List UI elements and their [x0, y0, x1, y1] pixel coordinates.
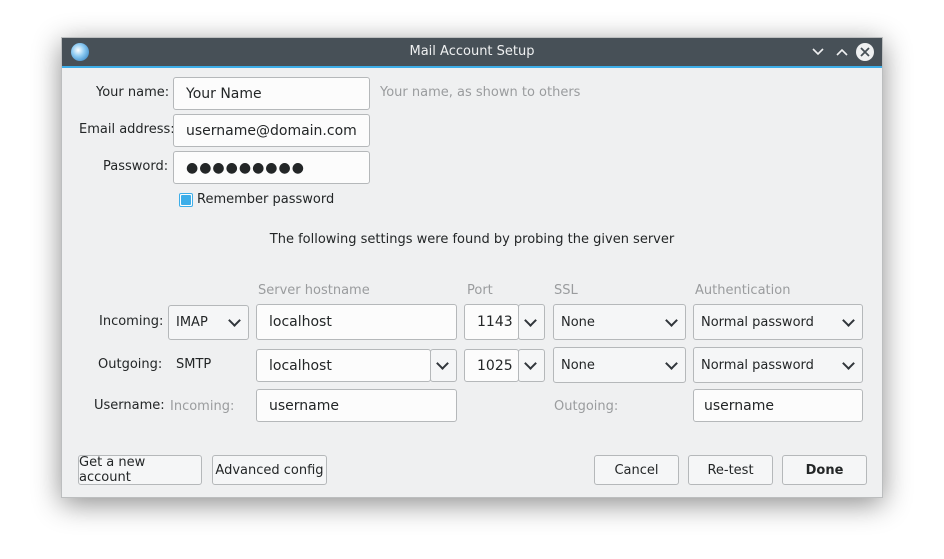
outgoing-username-input[interactable]: username — [693, 389, 863, 422]
column-header-hostname: Server hostname — [258, 283, 370, 298]
password-label: Password: — [103, 159, 169, 174]
window-title: Mail Account Setup — [409, 44, 535, 59]
column-header-authentication: Authentication — [695, 283, 791, 298]
incoming-ssl-select[interactable]: None — [553, 304, 686, 340]
username-outgoing-label: Outgoing: — [554, 399, 619, 414]
chevron-down-icon — [842, 313, 855, 327]
username-incoming-label: Incoming: — [170, 399, 235, 414]
close-icon — [860, 47, 870, 57]
email-address-value: username@domain.com — [186, 122, 357, 139]
chevron-down-icon — [842, 356, 855, 370]
incoming-username-input[interactable]: username — [256, 389, 457, 422]
your-name-hint: Your name, as shown to others — [380, 85, 581, 100]
outgoing-hostname-dropdown-button[interactable] — [430, 349, 457, 382]
incoming-port-value: 1143 — [477, 314, 513, 330]
incoming-label: Incoming: — [99, 314, 164, 329]
incoming-ssl-value: None — [561, 314, 595, 330]
cancel-button[interactable]: Cancel — [594, 455, 679, 485]
chevron-down-icon — [228, 314, 241, 327]
outgoing-hostname-value: localhost — [269, 357, 332, 374]
incoming-authentication-select[interactable]: Normal password — [693, 304, 863, 340]
chevron-up-icon — [836, 48, 848, 56]
incoming-hostname-input[interactable]: localhost — [256, 304, 457, 340]
outgoing-username-value: username — [704, 397, 774, 414]
chevron-down-icon — [665, 313, 678, 327]
checkbox-check-mark — [181, 195, 191, 205]
column-header-port: Port — [467, 283, 493, 298]
outgoing-ssl-value: None — [561, 357, 595, 373]
outgoing-port-dropdown-button[interactable] — [518, 349, 545, 382]
outgoing-label: Outgoing: — [98, 357, 163, 372]
your-name-input[interactable]: Your Name — [173, 77, 370, 110]
incoming-protocol-select[interactable]: IMAP — [168, 305, 249, 340]
maximize-button[interactable] — [833, 43, 851, 61]
mail-account-setup-dialog: Mail Account Setup Your name: Your Name … — [61, 37, 883, 498]
your-name-value: Your Name — [186, 85, 262, 102]
incoming-port-dropdown-button[interactable] — [518, 304, 545, 340]
minimize-button[interactable] — [809, 43, 827, 61]
outgoing-ssl-select[interactable]: None — [553, 347, 686, 383]
outgoing-port-value: 1025 — [477, 357, 513, 374]
incoming-port-input[interactable]: 1143 — [464, 304, 519, 340]
email-address-label: Email address: — [79, 122, 175, 137]
done-button[interactable]: Done — [782, 455, 867, 485]
retest-button[interactable]: Re-test — [688, 455, 773, 485]
close-button[interactable] — [856, 43, 874, 61]
password-value: ●●●●●●●●● — [186, 159, 305, 176]
outgoing-authentication-value: Normal password — [701, 357, 814, 373]
your-name-label: Your name: — [96, 85, 170, 100]
chevron-down-icon — [524, 313, 537, 327]
password-input[interactable]: ●●●●●●●●● — [173, 151, 370, 184]
remember-password-label[interactable]: Remember password — [197, 192, 334, 207]
titlebar[interactable]: Mail Account Setup — [62, 38, 882, 68]
remember-password-checkbox[interactable] — [179, 193, 193, 207]
chevron-down-icon — [524, 357, 537, 370]
advanced-config-button[interactable]: Advanced config — [212, 455, 327, 485]
outgoing-hostname-input[interactable]: localhost — [256, 349, 431, 382]
incoming-authentication-value: Normal password — [701, 314, 814, 330]
incoming-protocol-value: IMAP — [176, 315, 208, 330]
chevron-down-icon — [812, 48, 824, 56]
chevron-down-icon — [436, 357, 449, 370]
incoming-hostname-value: localhost — [269, 314, 332, 330]
chevron-down-icon — [665, 356, 678, 370]
outgoing-port-input[interactable]: 1025 — [464, 349, 519, 382]
email-address-input[interactable]: username@domain.com — [173, 114, 370, 147]
get-new-account-button[interactable]: Get a new account — [78, 455, 202, 485]
username-label: Username: — [94, 398, 165, 413]
outgoing-protocol: SMTP — [176, 357, 212, 372]
probe-status-message: The following settings were found by pro… — [269, 232, 675, 247]
incoming-username-value: username — [269, 397, 339, 414]
column-header-ssl: SSL — [554, 283, 578, 298]
outgoing-authentication-select[interactable]: Normal password — [693, 347, 863, 383]
